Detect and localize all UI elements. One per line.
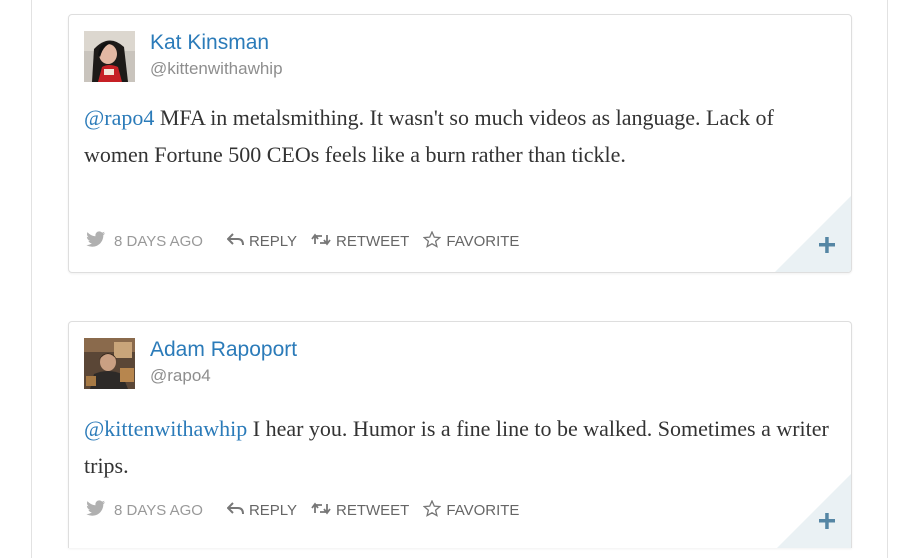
tweet-actions: 8 DAYS AGO REPLY RETWEET FAVORITE [86,498,533,521]
retweet-icon [311,502,331,519]
star-icon [422,498,442,521]
bird-icon [86,231,106,251]
user-handle[interactable]: @rapo4 [150,366,211,386]
favorite-button[interactable]: FAVORITE [422,498,520,521]
display-name[interactable]: Kat Kinsman [150,31,269,55]
mention-link[interactable]: @rapo4 [84,105,154,130]
reply-label: REPLY [248,232,298,250]
retweet-button[interactable]: RETWEET [311,233,409,250]
user-handle[interactable]: @kittenwithawhip [150,59,283,79]
expand-corner[interactable] [774,195,851,272]
timestamp[interactable]: 8 DAYS AGO [114,502,203,519]
avatar[interactable] [84,338,135,389]
avatar[interactable] [84,31,135,82]
retweet-label: RETWEET [336,232,410,250]
expand-corner[interactable] [777,473,851,548]
tweet-text: @rapo4 MFA in metalsmithing. It wasn't s… [84,99,839,173]
mention-link[interactable]: @kittenwithawhip [84,416,247,441]
tweet-actions: 8 DAYS AGO REPLY RETWEET FAVORITE [86,229,533,252]
retweet-label: RETWEET [336,501,410,519]
favorite-label: FAVORITE [446,232,520,250]
reply-icon [226,232,244,250]
reply-label: REPLY [248,501,298,519]
tweet-card: Adam Rapoport @rapo4 @kittenwithawhip I … [68,321,852,548]
reply-button[interactable]: REPLY [226,501,298,519]
favorite-label: FAVORITE [446,501,520,519]
tweet-text: @kittenwithawhip I hear you. Humor is a … [84,410,839,484]
reply-icon [226,501,244,519]
star-icon [422,229,442,252]
favorite-button[interactable]: FAVORITE [422,229,520,252]
retweet-button[interactable]: RETWEET [311,502,409,519]
tweet-body: MFA in metalsmithing. It wasn't so much … [84,105,774,167]
reply-button[interactable]: REPLY [226,232,298,250]
bird-icon [86,500,106,520]
timestamp[interactable]: 8 DAYS AGO [114,233,203,250]
tweet-card: Kat Kinsman @kittenwithawhip @rapo4 MFA … [68,14,852,273]
retweet-icon [311,233,331,250]
display-name[interactable]: Adam Rapoport [150,338,297,362]
